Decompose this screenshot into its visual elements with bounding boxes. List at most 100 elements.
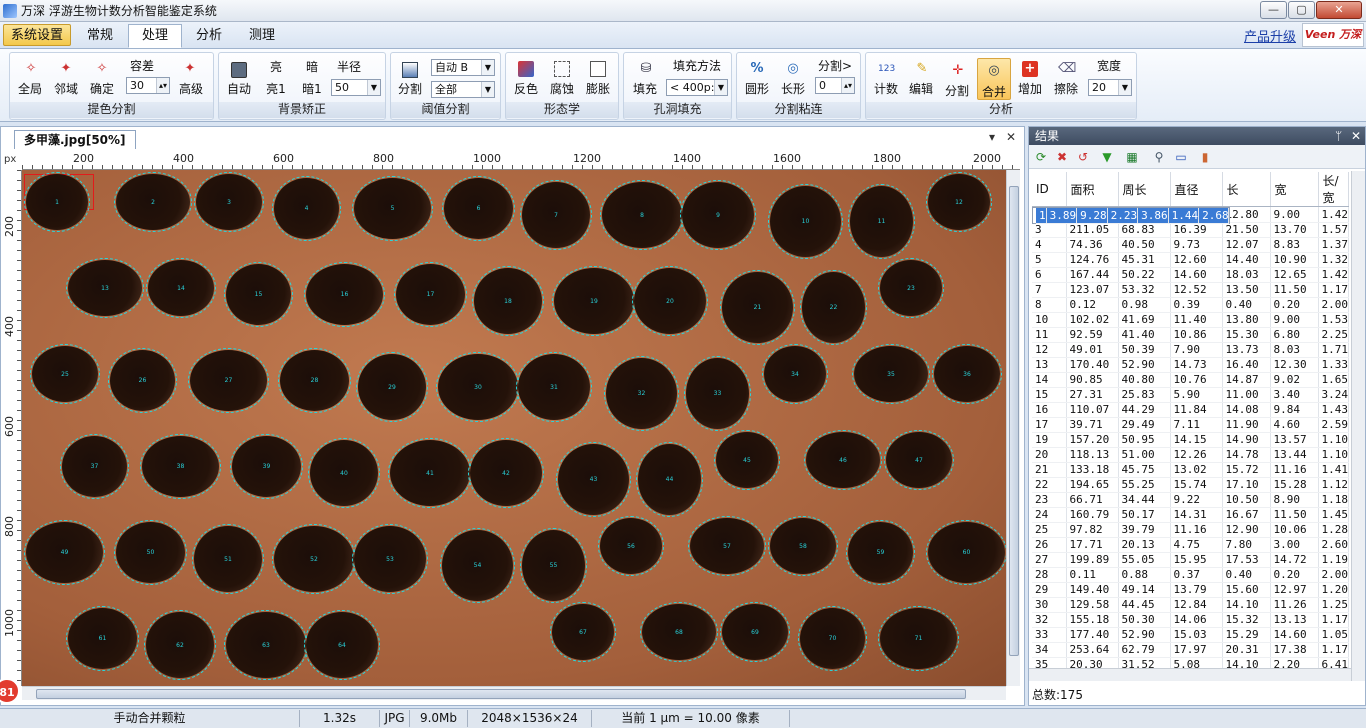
upgrade-link[interactable]: 产品升级 [1244,26,1296,45]
fill-button[interactable]: 填充 [627,82,663,96]
particle[interactable]: 53 [352,524,428,594]
erase-button[interactable]: 擦除 [1049,82,1083,96]
export-excel-icon[interactable]: ▦ [1124,149,1140,165]
particle[interactable]: 50 [114,520,187,585]
column-header[interactable]: 长/宽 [1318,172,1349,207]
particle[interactable]: 36 [932,344,1002,404]
particle[interactable]: 5 [352,176,433,241]
particle[interactable]: 9 [680,180,756,250]
table-row[interactable]: 10 102.02 41.69 11.40 13.80 9.00 1.53 [1032,312,1349,328]
particle[interactable]: 31 [516,352,592,422]
tab-process[interactable]: 处理 [128,24,182,48]
table-row[interactable]: 24 160.79 50.17 14.31 16.67 11.50 1.45 [1032,507,1349,523]
particle[interactable]: 57 [688,516,766,576]
undo-icon[interactable]: ↺ [1075,149,1091,165]
table-row[interactable]: 25 97.82 39.79 11.16 12.90 10.06 1.28 [1032,522,1349,538]
table-row[interactable]: 34 253.64 62.79 17.97 20.31 17.38 1.17 [1032,642,1349,658]
particle[interactable]: 10 [768,184,843,259]
particle[interactable]: 55 [520,528,587,603]
particle[interactable]: 26 [108,348,177,413]
particle[interactable]: 35 [852,344,930,404]
table-row[interactable]: 20 118.13 51.00 12.26 14.78 13.44 1.10 [1032,447,1349,463]
scroll-thumb[interactable] [36,689,966,699]
particle[interactable]: 56 [598,516,664,576]
particle[interactable]: 33 [684,356,751,431]
add-button[interactable]: 增加 [1013,82,1047,96]
particle[interactable]: 69 [720,602,790,662]
pane-close-icon[interactable]: ✕ [1006,130,1016,144]
table-row[interactable]: 13 170.40 52.90 14.73 16.40 12.30 1.33 [1032,357,1349,373]
particle[interactable]: 52 [272,524,356,594]
particle[interactable]: 4 [272,176,341,241]
particle[interactable]: 30 [436,352,520,422]
filter-icon[interactable]: ▼ [1099,149,1115,165]
spinner-arrows-icon[interactable]: ▴▾ [841,78,854,93]
table-row[interactable]: 17 39.71 29.49 7.11 11.90 4.60 2.59 [1032,417,1349,433]
pane-menu-icon[interactable]: ▾ [989,130,995,144]
tab-general[interactable]: 常规 [78,24,122,47]
maximize-button[interactable]: ▢ [1288,1,1315,19]
particle[interactable]: 15 [224,262,293,327]
column-header[interactable]: 宽 [1270,172,1319,207]
particle[interactable]: 47 [884,430,954,490]
particle[interactable]: 62 [144,610,216,680]
chevron-down-icon[interactable]: ▼ [1118,80,1131,95]
chevron-down-icon[interactable]: ▼ [481,60,494,75]
particle[interactable]: 43 [556,442,631,517]
threshold-scope-select[interactable]: 全部 ▼ [431,81,495,98]
threshold-segment-button[interactable]: 分割 [394,82,426,96]
table-row[interactable]: 26 17.71 20.13 4.75 7.80 3.00 2.60 [1032,537,1349,553]
image-vertical-scrollbar[interactable] [1006,170,1020,686]
table-row[interactable]: 11 92.59 41.40 10.86 15.30 6.80 2.25 [1032,327,1349,343]
particle[interactable]: 1 [24,172,90,232]
tab-measure[interactable]: 测理 [240,24,284,47]
particle[interactable]: 41 [388,438,472,508]
particle[interactable]: 67 [550,602,616,662]
table-row[interactable]: 4 74.36 40.50 9.73 12.07 8.83 1.37 [1032,237,1349,253]
spinner-arrows-icon[interactable]: ▴▾ [156,78,169,93]
table-row[interactable]: 21 133.18 45.75 13.02 15.72 11.16 1.41 [1032,462,1349,478]
global-button[interactable]: 全局 [14,82,46,96]
results-vertical-scrollbar[interactable] [1351,171,1365,681]
particle[interactable]: 64 [304,610,380,680]
auto-bg-button[interactable]: 自动 [222,82,256,96]
particle[interactable]: 60 [926,520,1006,585]
document-tab[interactable]: 多甲藻.jpg[50%] [14,130,136,149]
scroll-thumb[interactable] [1009,186,1019,656]
table-row[interactable]: 14 90.85 40.80 10.76 14.87 9.02 1.65 [1032,372,1349,388]
table-row[interactable]: 27 199.89 55.05 15.95 17.53 14.72 1.19 [1032,552,1349,568]
results-table[interactable]: ID面积周长直径长宽长/宽 13.899.282.233.861.442.682… [1032,172,1349,673]
bar-chart-icon[interactable]: ▮ [1197,149,1213,165]
particle[interactable]: 22 [800,270,867,345]
window-icon[interactable]: ▭ [1173,149,1189,165]
particle[interactable]: 11 [848,184,915,259]
close-button[interactable]: ✕ [1316,1,1362,19]
particle[interactable]: 13 [66,258,144,318]
delete-rows-icon[interactable]: ✖ [1054,149,1070,165]
pin-icon[interactable]: ᛘ [1335,127,1342,145]
tab-system-settings[interactable]: 系统设置 [3,24,71,46]
particle[interactable]: 18 [472,266,544,336]
neighborhood-button[interactable]: 邻域 [50,82,82,96]
particle[interactable]: 32 [604,356,679,431]
table-row[interactable]: 3 211.05 68.83 16.39 21.50 13.70 1.57 [1032,222,1349,238]
particle[interactable]: 29 [356,352,428,422]
table-row[interactable]: 32 155.18 50.30 14.06 15.32 13.13 1.17 [1032,612,1349,628]
table-row[interactable]: 16 110.07 44.29 11.84 14.08 9.84 1.43 [1032,402,1349,418]
minimize-button[interactable]: — [1260,1,1287,19]
particle[interactable]: 38 [140,434,221,499]
long-split-button[interactable]: 长形 [775,82,811,96]
particle[interactable]: 54 [440,528,515,603]
table-row[interactable]: 29 149.40 49.14 13.79 15.60 12.97 1.20 [1032,582,1349,598]
threshold-mode-select[interactable]: 自动 B ▼ [431,59,495,76]
particle[interactable]: 7 [520,180,592,250]
particle[interactable]: 17 [394,262,467,327]
radius-select[interactable]: 50 ▼ [331,79,381,96]
split-threshold-spinner[interactable]: 0 ▴▾ [815,77,855,94]
particle[interactable]: 37 [60,434,129,499]
bright1-button[interactable]: 亮1 [261,82,291,96]
table-row[interactable]: 12 49.01 50.39 7.90 13.73 8.03 1.71 [1032,342,1349,358]
particle[interactable]: 58 [768,516,838,576]
particle[interactable]: 46 [804,430,882,490]
particle[interactable]: 23 [878,258,944,318]
